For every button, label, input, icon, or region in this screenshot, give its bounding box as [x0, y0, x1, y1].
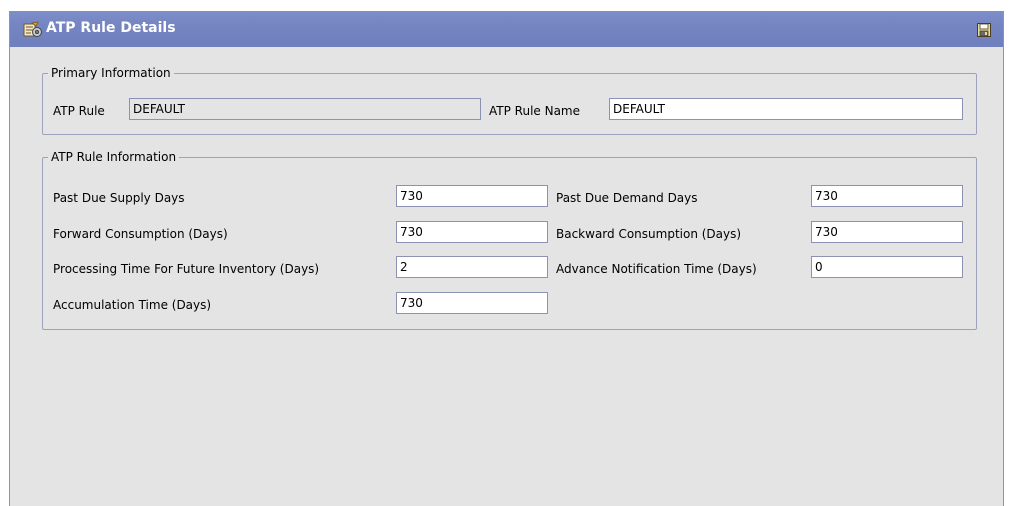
atp-rule-label: ATP Rule	[53, 104, 105, 118]
rule-details-icon	[23, 21, 43, 39]
accumulation-time-label: Accumulation Time (Days)	[53, 298, 212, 312]
atp-rule-field	[129, 98, 481, 120]
backward-consumption-field[interactable]	[811, 221, 963, 243]
primary-information-legend: Primary Information	[51, 66, 171, 80]
past-due-supply-days-field[interactable]	[396, 185, 548, 207]
window-title: ATP Rule Details	[46, 20, 176, 36]
atp-rule-name-field[interactable]	[609, 98, 963, 120]
past-due-demand-days-label: Past Due Demand Days	[556, 191, 698, 205]
atp-rule-information-legend: ATP Rule Information	[51, 150, 177, 164]
save-icon[interactable]	[977, 23, 991, 37]
past-due-demand-days-field[interactable]	[811, 185, 963, 207]
processing-time-label: Processing Time For Future Inventory (Da…	[53, 262, 320, 276]
past-due-supply-days-label: Past Due Supply Days	[53, 191, 185, 205]
backward-consumption-label: Backward Consumption (Days)	[556, 227, 742, 241]
advance-notification-label: Advance Notification Time (Days)	[556, 262, 757, 276]
atp-rule-details-window: ATP Rule Details Primary Information ATP…	[9, 11, 1004, 506]
accumulation-time-field[interactable]	[396, 292, 548, 314]
processing-time-field[interactable]	[396, 256, 548, 278]
advance-notification-field[interactable]	[811, 256, 963, 278]
title-bar: ATP Rule Details	[10, 11, 1003, 47]
forward-consumption-label: Forward Consumption (Days)	[53, 227, 228, 241]
forward-consumption-field[interactable]	[396, 221, 548, 243]
atp-rule-name-label: ATP Rule Name	[489, 104, 580, 118]
